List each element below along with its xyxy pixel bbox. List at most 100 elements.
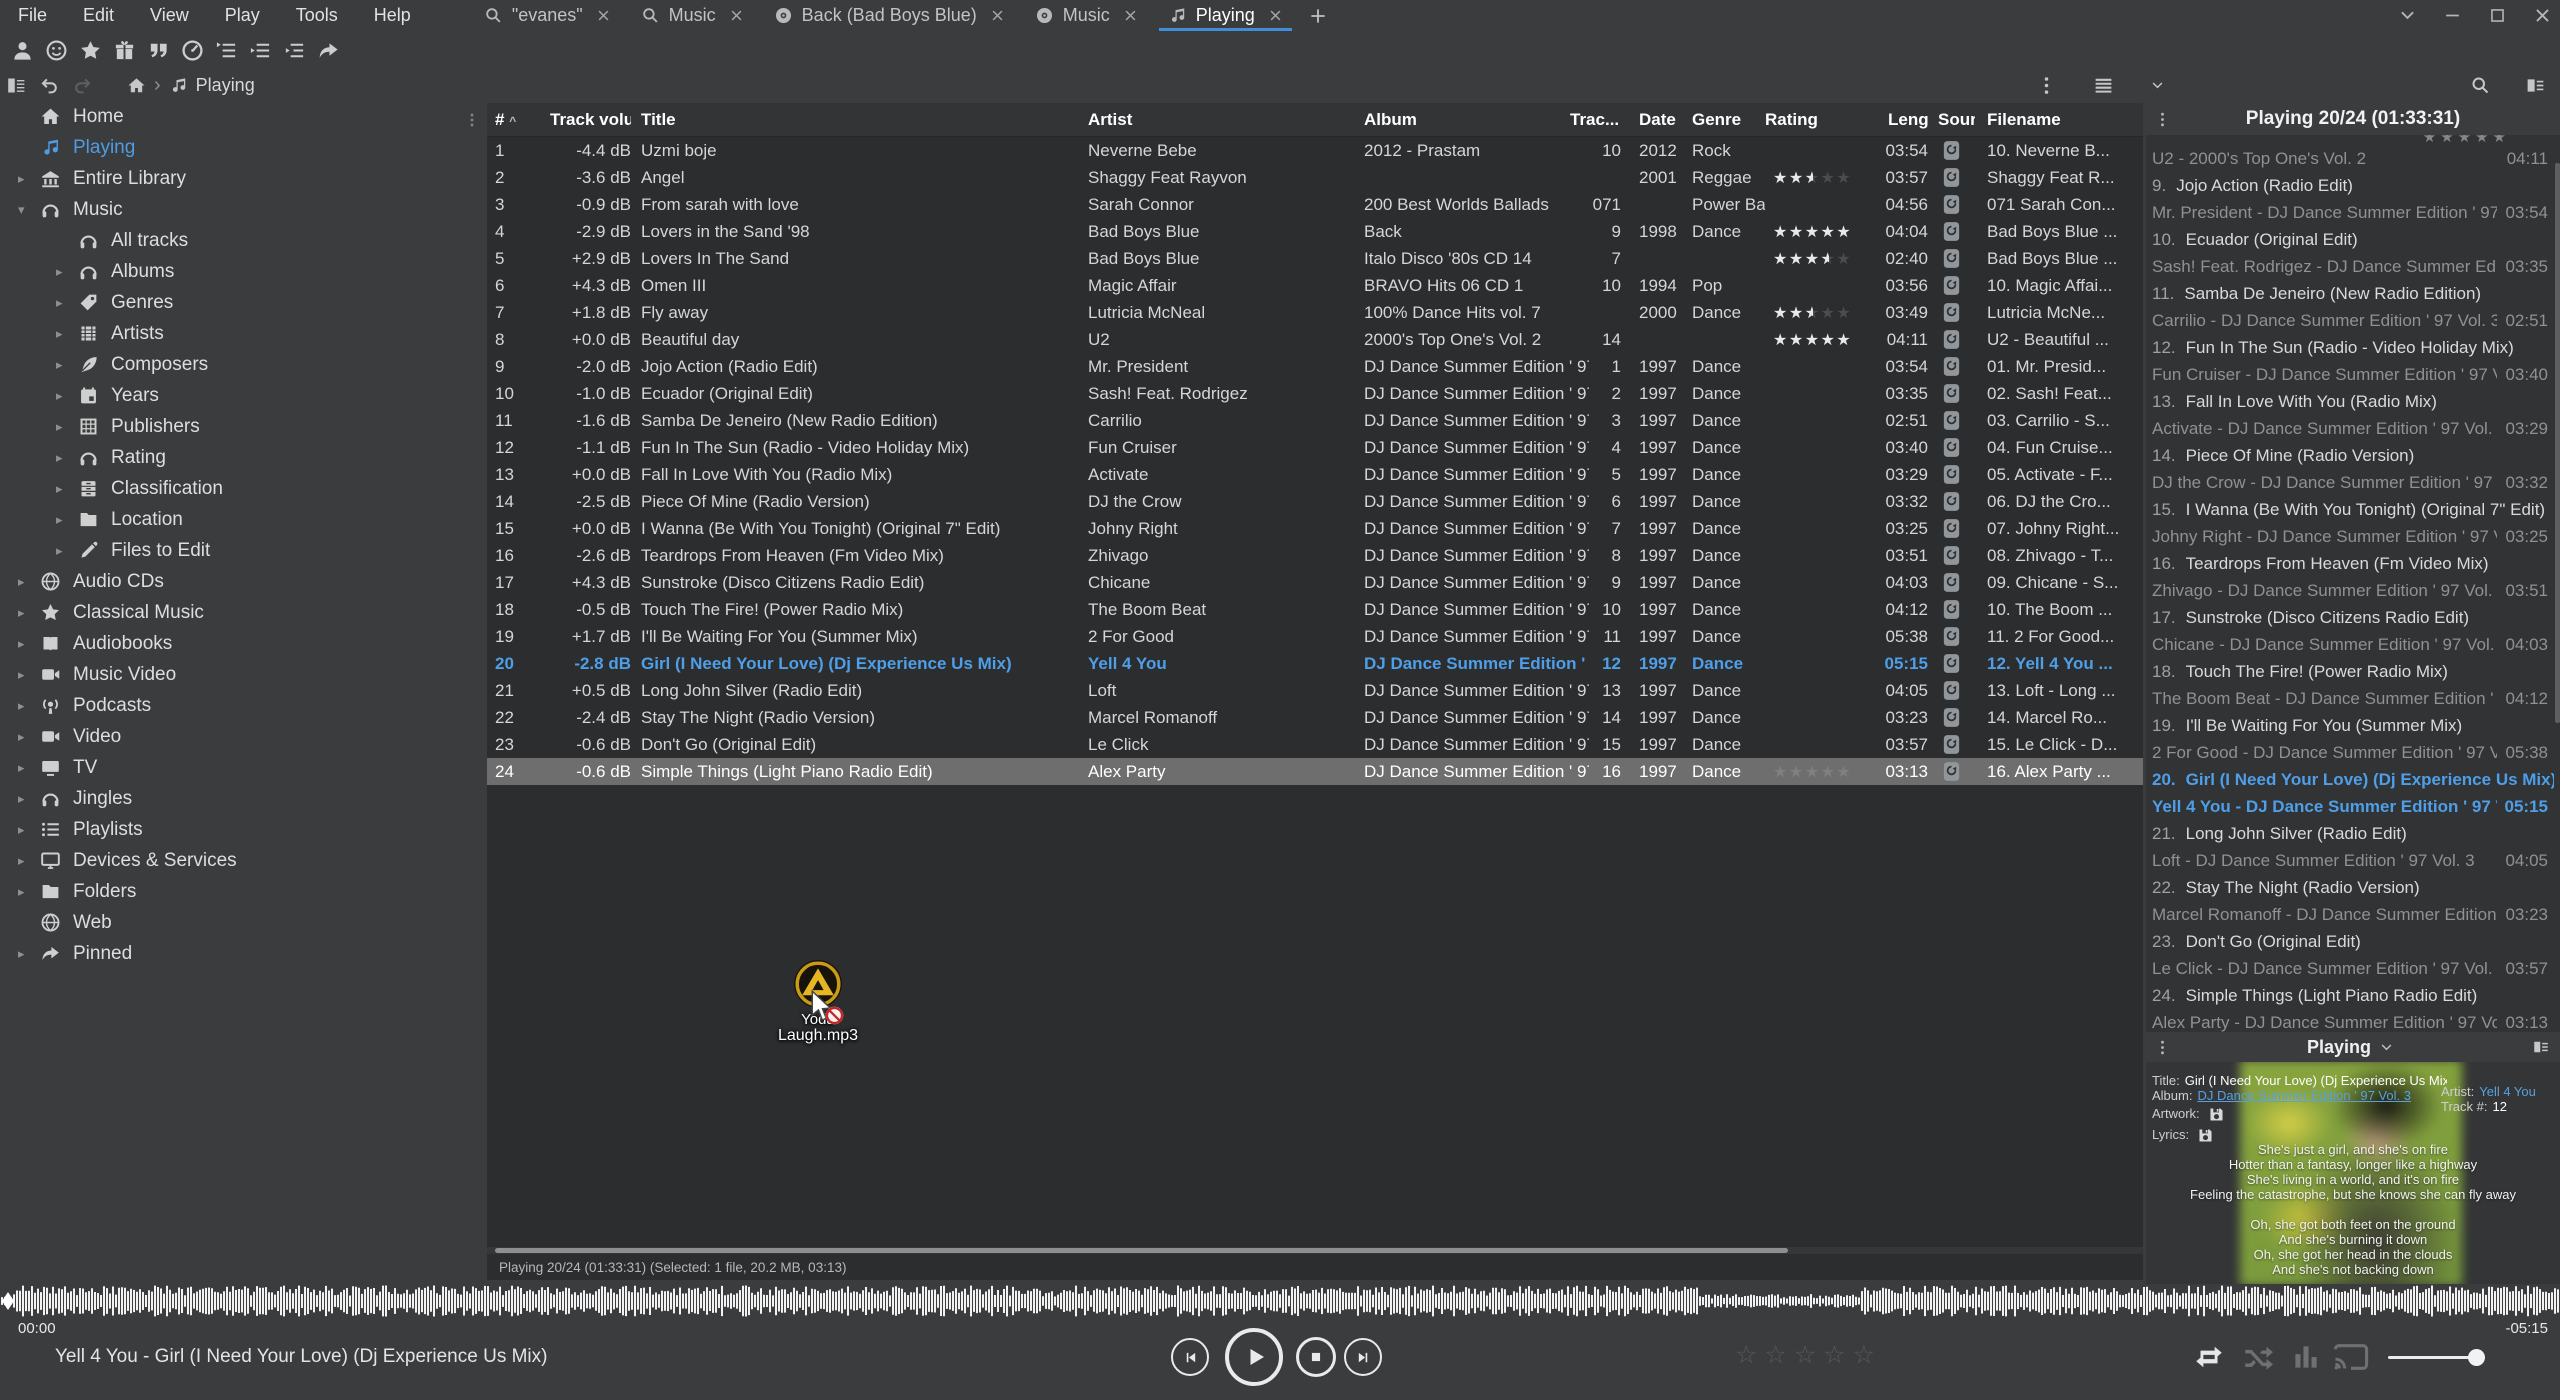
cell-rating-stars[interactable]: ★★★★★ [1765,762,1882,782]
expander-icon[interactable]: ▾ [18,202,40,218]
album-link[interactable]: DJ Dance Summer Edition ' 97 Vol. 3 [2197,1088,2410,1103]
profile-icon[interactable] [11,39,34,62]
expander-icon[interactable]: ▸ [56,357,78,373]
waveform-seekbar[interactable] [0,1284,2560,1318]
expander-icon[interactable]: ▸ [56,326,78,342]
queue-item-subtitle[interactable]: Johny Right - DJ Dance Summer Edition ' … [2146,523,2554,550]
queue-item-title[interactable]: 10.Ecuador (Original Edit) [2146,226,2554,253]
sidebar-item[interactable]: ▸ Composers [0,349,474,380]
table-row[interactable]: 6 +4.3 dB Omen III Magic Affair BRAVO Hi… [487,272,2143,299]
queue-scrollbar-thumb[interactable] [2555,163,2560,723]
view-options-kebab-icon[interactable] [2036,75,2057,96]
queue-item-subtitle[interactable]: Chicane - DJ Dance Summer Edition ' 97 V… [2146,631,2554,658]
expander-icon[interactable]: ▸ [18,729,40,745]
queue-item-subtitle[interactable]: Le Click - DJ Dance Summer Edition ' 97 … [2146,955,2554,982]
queue-item-title[interactable]: 20.Girl (I Need Your Love) (Dj Experienc… [2146,766,2554,793]
queue-menu-kebab-icon[interactable] [2154,111,2171,128]
expander-icon[interactable]: ▸ [18,946,40,962]
table-row[interactable]: 18 -0.5 dB Touch The Fire! (Power Radio … [487,596,2143,623]
table-row[interactable]: 21 +0.5 dB Long John Silver (Radio Edit)… [487,677,2143,704]
artist-link[interactable]: Yell 4 You [2479,1084,2536,1099]
table-row[interactable]: 9 -2.0 dB Jojo Action (Radio Edit) Mr. P… [487,353,2143,380]
horizontal-scrollbar[interactable] [487,1247,2143,1254]
view-mode-icon[interactable] [2093,75,2114,96]
sidebar-item[interactable]: ▸ Entire Library [0,163,474,194]
table-row[interactable]: 17 +4.3 dB Sunstroke (Disco Citizens Rad… [487,569,2143,596]
expander-icon[interactable]: ▸ [18,760,40,776]
menu-item[interactable]: Edit [65,0,132,31]
expander-icon[interactable]: ▸ [18,698,40,714]
queue-item-title[interactable]: 22.Stay The Night (Radio Version) [2146,874,2554,901]
tab[interactable]: "evanes" [469,0,626,31]
chevron-down-icon[interactable] [2379,1040,2394,1055]
scrollbar-thumb[interactable] [495,1248,1788,1253]
cell-rating-stars[interactable]: ★★★★★★ [1765,249,1882,269]
table-row[interactable]: 15 +0.0 dB I Wanna (Be With You Tonight)… [487,515,2143,542]
expander-icon[interactable]: ▸ [18,574,40,590]
sidebar-item[interactable]: ▸ Albums [0,256,474,287]
sidebar-item[interactable]: ▸ Artists [0,318,474,349]
queue-item-title[interactable]: 13.Fall In Love With You (Radio Mix) [2146,388,2554,415]
queue-item-title[interactable]: 9.Jojo Action (Radio Edit) [2146,172,2554,199]
table-row[interactable]: 24 -0.6 dB Simple Things (Light Piano Ra… [487,758,2143,785]
queue-item-subtitle[interactable]: Alex Party - DJ Dance Summer Edition ' 9… [2146,1009,2554,1032]
column-header-source[interactable]: Source [1928,110,1975,130]
column-drag-handle-icon[interactable] [464,108,480,132]
favorites-icon[interactable] [79,39,102,62]
sidebar-item[interactable]: ▸ Video [0,721,474,752]
queue-item-subtitle[interactable]: The Boom Beat - DJ Dance Summer Edition … [2146,685,2554,712]
expander-icon[interactable]: ▸ [18,884,40,900]
window-menu-icon[interactable] [2398,6,2417,25]
menu-item[interactable]: View [132,0,207,31]
sidebar-item[interactable]: ▸ Classification [0,473,474,504]
expander-icon[interactable]: ▸ [18,822,40,838]
table-row[interactable]: 7 +1.8 dB Fly away Lutricia McNeal 100% … [487,299,2143,326]
track-rating-stars[interactable]: ☆☆☆☆☆ [1735,1340,1882,1370]
table-row[interactable]: 3 -0.9 dB From sarah with love Sarah Con… [487,191,2143,218]
queue-item-subtitle[interactable]: 2 For Good - DJ Dance Summer Edition ' 9… [2146,739,2554,766]
queue-item-title[interactable]: 23.Don't Go (Original Edit) [2146,928,2554,955]
queue-item-title[interactable]: 21.Long John Silver (Radio Edit) [2146,820,2554,847]
tab-close-icon[interactable] [1123,8,1138,23]
tab[interactable]: Music [626,0,759,31]
queue-item-title[interactable]: 24.Simple Things (Light Piano Radio Edit… [2146,982,2554,1009]
view-mode-chevron-icon[interactable] [2150,78,2165,93]
expander-icon[interactable]: ▸ [56,450,78,466]
home-icon[interactable] [127,76,146,95]
volume-slider[interactable] [2388,1356,2474,1359]
undo-icon[interactable] [39,75,60,96]
column-header-title[interactable]: Title [631,110,1078,130]
save-artwork-icon[interactable] [2208,1106,2225,1123]
column-header-date[interactable]: Date [1623,110,1687,130]
table-row[interactable]: 23 -0.6 dB Don't Go (Original Edit) Le C… [487,731,2143,758]
table-row[interactable]: 10 -1.0 dB Ecuador (Original Edit) Sash!… [487,380,2143,407]
queue-item-subtitle[interactable]: DJ the Crow - DJ Dance Summer Edition ' … [2146,469,2554,496]
table-row[interactable]: 19 +1.7 dB I'll Be Waiting For You (Summ… [487,623,2143,650]
expander-icon[interactable]: ▸ [56,543,78,559]
next-button[interactable] [1344,1338,1382,1376]
repeat-icon[interactable] [2192,1340,2226,1374]
sidebar-item[interactable]: ▸ Years [0,380,474,411]
queue-list-1-icon[interactable] [215,39,238,62]
queue-item-subtitle[interactable]: Zhivago - DJ Dance Summer Edition ' 97 V… [2146,577,2554,604]
column-header-filename[interactable]: Filename [1975,110,2143,130]
column-header-album[interactable]: Album [1354,110,1589,130]
sidebar-item[interactable]: ▸ Playlists [0,814,474,845]
table-row[interactable]: 20 -2.8 dB Girl (I Need Your Love) (Dj E… [487,650,2143,677]
sidebar-item[interactable]: ▸ Audio CDs [0,566,474,597]
sidebar-toggle-icon[interactable] [6,75,27,96]
expander-icon[interactable]: ▸ [18,667,40,683]
stop-button[interactable] [1296,1337,1336,1377]
expander-icon[interactable]: ▸ [56,481,78,497]
cell-rating-stars[interactable]: ★★★★★ [1765,330,1882,350]
sidebar-item[interactable]: ▾ Music [0,194,474,225]
queue-item-title[interactable]: 19.I'll Be Waiting For You (Summer Mix) [2146,712,2554,739]
menu-item[interactable]: File [0,0,65,31]
table-row[interactable]: 13 +0.0 dB Fall In Love With You (Radio … [487,461,2143,488]
queue-item-subtitle[interactable]: Fun Cruiser - DJ Dance Summer Edition ' … [2146,361,2554,388]
queue-list-2-icon[interactable] [249,39,272,62]
column-header-length[interactable]: Length [1882,110,1928,130]
tab[interactable]: Back (Bad Boys Blue) [759,0,1020,31]
queue-item-subtitle[interactable]: U2 - 2000's Top One's Vol. 204:11 [2146,145,2554,172]
column-header-genre[interactable]: Genre [1687,110,1765,130]
